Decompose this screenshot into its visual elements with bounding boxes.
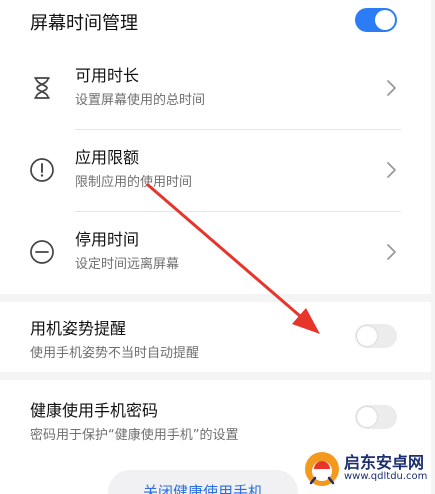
row-app-limits[interactable]: 应用限额 限制应用的使用时间: [0, 129, 431, 211]
toggle-knob: [357, 407, 377, 427]
row-subtitle: 设置屏幕使用的总时间: [75, 93, 206, 108]
row-title: 应用限额: [75, 148, 140, 167]
watermark: 启东安卓网 www.qdltdu.com: [303, 446, 431, 490]
screen-time-card: 屏幕时间管理 可用时长 设置屏幕使用的总时间 应用限额 限制应用的使用时间 停用…: [0, 0, 431, 294]
password-subtitle: 密码用于保护“健康使用手机”的设置: [30, 428, 239, 443]
alert-circle-icon: [30, 158, 54, 182]
toggle-knob: [357, 326, 377, 346]
close-healthy-usage-button[interactable]: 关闭健康使用手机: [108, 470, 298, 494]
toggle-knob: [375, 10, 395, 30]
chevron-right-icon: [387, 80, 396, 96]
minus-circle-icon: [30, 240, 54, 264]
row-title: 停用时间: [75, 230, 140, 249]
password-title: 健康使用手机密码: [30, 401, 159, 420]
posture-title: 用机姿势提醒: [30, 319, 127, 338]
password-row[interactable]: 健康使用手机密码 密码用于保护“健康使用手机”的设置: [0, 380, 431, 450]
watermark-url: www.qdltdu.com: [344, 471, 428, 482]
row-available-time[interactable]: 可用时长 设置屏幕使用的总时间: [0, 47, 431, 129]
row-downtime[interactable]: 停用时间 设定时间远离屏幕: [0, 211, 431, 293]
screen-time-toggle[interactable]: [355, 8, 397, 32]
screen-time-title: 屏幕时间管理: [30, 13, 138, 34]
posture-reminder-row[interactable]: 用机姿势提醒 使用手机姿势不当时自动提醒: [0, 302, 431, 372]
posture-toggle[interactable]: [355, 324, 397, 348]
hourglass-icon: [34, 77, 50, 99]
row-subtitle: 限制应用的使用时间: [75, 175, 193, 190]
chevron-right-icon: [387, 244, 396, 260]
posture-subtitle: 使用手机姿势不当时自动提醒: [30, 346, 200, 361]
row-subtitle: 设定时间远离屏幕: [75, 257, 180, 272]
row-title: 可用时长: [75, 66, 140, 85]
watermark-name: 启东安卓网: [344, 453, 425, 472]
password-toggle[interactable]: [355, 405, 397, 429]
chevron-right-icon: [387, 162, 396, 178]
watermark-logo-icon: [305, 452, 339, 486]
